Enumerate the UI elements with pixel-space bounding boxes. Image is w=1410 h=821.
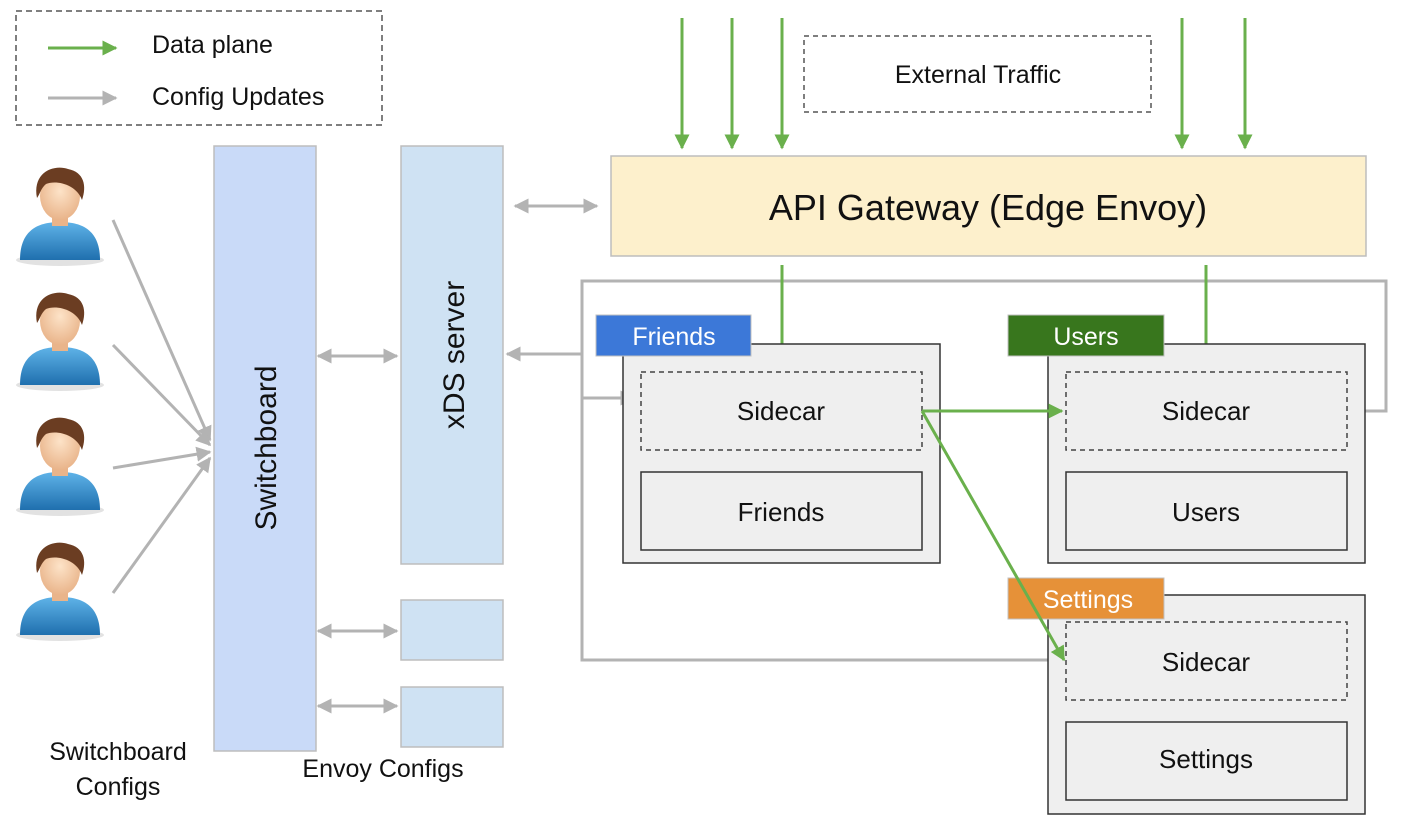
switchboard-label: Switchboard xyxy=(250,365,283,530)
user-avatar-icon xyxy=(16,417,104,516)
service-settings: Settings Sidecar Settings xyxy=(1007,577,1366,815)
user-arrows xyxy=(111,219,212,594)
service-tag-label: Friends xyxy=(632,323,715,351)
service-friends: Friends Sidecar Friends xyxy=(595,314,941,564)
service-users: Users Sidecar Users xyxy=(1007,314,1366,564)
switchboard-configs-caption-line1: Switchboard xyxy=(49,738,187,766)
user-avatar-icon xyxy=(16,167,104,266)
external-traffic-label: External Traffic xyxy=(895,61,1061,89)
architecture-diagram: Data plane Config Updates External Traff… xyxy=(15,10,1388,815)
user-avatar-icon xyxy=(16,542,104,641)
friends-to-settings-arrow xyxy=(920,410,1066,662)
user-arrow xyxy=(111,343,212,447)
legend-label-data-plane: Data plane xyxy=(152,31,273,59)
xds-server-label: xDS server xyxy=(438,281,471,429)
app-label: Friends xyxy=(738,497,825,527)
sidecar-label: Sidecar xyxy=(1162,396,1250,426)
app-label: Users xyxy=(1172,497,1240,527)
service-to-service-arrows xyxy=(920,403,1066,662)
envoy-configs-caption: Envoy Configs xyxy=(302,755,463,783)
envoy-config-box xyxy=(400,599,504,661)
user-arrow xyxy=(112,446,212,470)
sidecar-label: Sidecar xyxy=(1162,647,1250,677)
envoy-config-box xyxy=(400,686,504,748)
legend-label-config-updates: Config Updates xyxy=(152,83,324,111)
api-gateway-label: API Gateway (Edge Envoy) xyxy=(769,187,1207,228)
service-tag-label: Users xyxy=(1053,323,1118,351)
service-tag-label: Settings xyxy=(1043,586,1133,614)
user-avatar-icon xyxy=(16,292,104,391)
app-label: Settings xyxy=(1159,744,1253,774)
switchboard-configs-caption-line2: Configs xyxy=(76,773,161,801)
legend: Data plane Config Updates xyxy=(15,10,383,126)
sidecar-label: Sidecar xyxy=(737,396,825,426)
user-arrow xyxy=(111,219,212,442)
user-arrow xyxy=(111,456,212,594)
users-group xyxy=(16,167,104,641)
